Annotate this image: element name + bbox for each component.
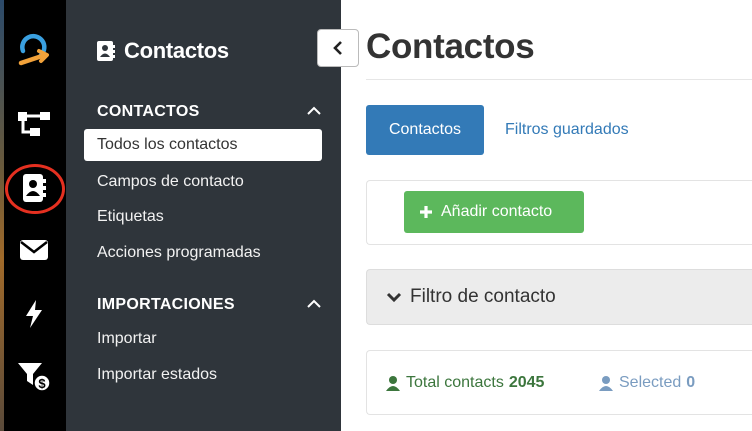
app-window: $ Contactos CONTACTOS Todos los contacto… — [0, 0, 752, 431]
sidebar-item-importar[interactable]: Importar — [97, 330, 157, 348]
icon-rail: $ — [0, 0, 66, 431]
selected-stat: Selected 0 — [598, 374, 695, 392]
logo-icon[interactable] — [14, 28, 54, 68]
selected-label: Selected — [619, 374, 682, 391]
workflow-icon[interactable] — [14, 104, 54, 144]
plus-icon — [420, 206, 432, 218]
selected-value: 0 — [686, 374, 696, 391]
section-contactos-heading[interactable]: CONTACTOS — [97, 103, 200, 121]
sidebar-item-etiquetas[interactable]: Etiquetas — [97, 208, 164, 226]
sidebar-item-campos-de-contacto[interactable]: Campos de contacto — [97, 173, 244, 191]
tab-contactos[interactable]: Contactos — [366, 105, 484, 155]
rail-edge-strip — [0, 0, 4, 431]
main-content: Contactos Contactos Filtros guardados Añ… — [341, 0, 752, 431]
section-importaciones-heading[interactable]: IMPORTACIONES — [97, 296, 235, 314]
chevron-down-icon — [386, 292, 402, 303]
add-contact-label: Añadir contacto — [441, 203, 553, 220]
sidebar-title-label: Contactos — [124, 38, 229, 63]
sidebar-title: Contactos — [96, 36, 229, 66]
page-title: Contactos — [366, 27, 535, 66]
sidebar-item-todos-los-contactos[interactable]: Todos los contactos — [84, 129, 322, 161]
chevron-left-icon — [333, 41, 342, 55]
stats-panel: Total contacts 2045 Selected 0 — [366, 350, 752, 415]
tab-filtros-guardados[interactable]: Filtros guardados — [505, 121, 629, 139]
sidebar-item-importar-estados[interactable]: Importar estados — [97, 366, 217, 384]
chevron-up-icon[interactable] — [307, 104, 321, 118]
mail-icon[interactable] — [14, 230, 54, 270]
collapse-sidebar-button[interactable] — [317, 29, 359, 67]
title-divider — [366, 79, 752, 80]
chevron-up-icon[interactable] — [307, 297, 321, 311]
user-icon — [599, 375, 613, 391]
total-contacts-value: 2045 — [508, 374, 545, 391]
lightning-icon[interactable] — [14, 294, 54, 334]
sidebar-item-acciones-programadas[interactable]: Acciones programadas — [97, 244, 261, 262]
total-contacts-label: Total contacts — [406, 374, 504, 391]
total-contacts-stat: Total contacts 2045 — [385, 374, 544, 392]
filter-label: Filtro de contacto — [410, 286, 556, 307]
address-book-icon — [97, 41, 115, 61]
actions-panel: Añadir contacto — [366, 180, 752, 245]
funnel-dollar-icon[interactable]: $ — [14, 356, 54, 396]
sidebar: Contactos CONTACTOS Todos los contactos … — [66, 0, 341, 431]
filter-header[interactable]: Filtro de contacto — [386, 286, 556, 308]
filter-panel[interactable]: Filtro de contacto — [366, 269, 752, 325]
contacts-icon[interactable] — [14, 168, 54, 208]
add-contact-button[interactable]: Añadir contacto — [404, 191, 584, 233]
svg-text:$: $ — [38, 376, 46, 391]
user-icon — [386, 375, 400, 391]
